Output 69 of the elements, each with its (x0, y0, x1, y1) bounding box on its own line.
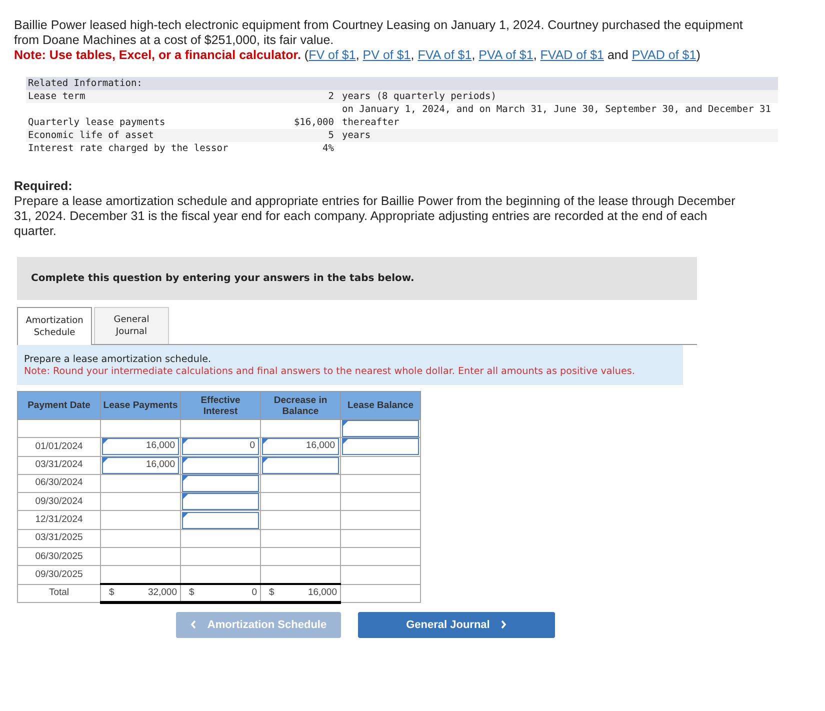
column-header: Lease Balance (340, 392, 420, 420)
related-info-title: Related Information: (26, 77, 778, 90)
table-link[interactable]: FV of $1 (308, 48, 356, 62)
currency-sign: $ (269, 586, 274, 600)
input-field[interactable] (182, 475, 259, 492)
info-label: Quarterly lease payments (27, 116, 166, 129)
info-label: Lease term (27, 90, 86, 103)
tab[interactable]: General Journal (94, 307, 169, 344)
table-link[interactable]: FVA of $1 (418, 48, 472, 62)
info-value: 5 (327, 129, 334, 142)
total-value: 16,000 (308, 586, 337, 600)
column-header: Effective Interest (180, 392, 260, 420)
tab[interactable]: Amortization Schedule (17, 307, 92, 345)
joiner-text: and (607, 48, 628, 62)
intro-text: Baillie Power leased high-tech electronic equipment from Courtney Leasing on January 1, 2024. Courtney purchased the equipment from Doane Machines at a cost of $251,000, its fair value. (14, 18, 744, 48)
input-field[interactable] (182, 456, 259, 474)
input-field[interactable] (182, 512, 259, 529)
comma: , (356, 48, 360, 62)
date-cell: 12/31/2024 (18, 510, 100, 530)
info-label: Interest rate charged by the lessor (27, 142, 230, 155)
date-cell: 01/01/2024 (18, 438, 100, 456)
column-header: Lease Payments (100, 392, 180, 420)
comma: , (472, 48, 476, 62)
info-unit: on January 1, 2024, and on March 31, June 30, September 30, and December 31 (342, 103, 771, 116)
currency-sign: $ (189, 586, 194, 600)
table-link[interactable]: FVAD of $1 (540, 48, 604, 62)
chevron-icon (500, 620, 507, 630)
required-text: Prepare a lease amortization schedule and appropriate entries for Baillie Power from the beginning of the lease through December 31, 2024. December 31 is the fiscal year end for each company. Appropriate adjusting entries are recorded at the end of each quarter. (14, 194, 736, 239)
input-field[interactable] (182, 493, 259, 510)
comma: , (533, 48, 537, 62)
input-field[interactable]: 16,000 (262, 438, 339, 456)
date-cell: 06/30/2024 (18, 474, 100, 493)
panel-note: Note: Round your intermediate calculations and final answers to the nearest whole dollar. Enter all amounts as positive values. (24, 366, 636, 378)
info-unit: years (342, 129, 371, 142)
date-cell: 06/30/2025 (18, 548, 100, 566)
chevron-icon (190, 620, 198, 630)
date-cell: 09/30/2025 (18, 566, 100, 584)
required-heading: Required: (14, 179, 74, 194)
total-value: 0 (252, 586, 257, 600)
info-value: 4% (322, 142, 334, 155)
info-label: Economic life of asset (27, 129, 155, 142)
input-field[interactable] (342, 438, 419, 456)
date-cell: 03/31/2025 (18, 529, 100, 548)
note-text: Note: Use tables, Excel, or a financial calculator. (14, 48, 301, 62)
paren-close: ) (696, 48, 700, 62)
panel-text: Prepare a lease amortization schedule. (24, 354, 212, 366)
column-header: Decrease in Balance (260, 392, 340, 420)
input-field[interactable] (342, 420, 419, 438)
info-unit: thereafter (342, 116, 400, 129)
instruction-text: Complete this question by entering your answers in the tabs below. (17, 257, 697, 300)
next-button[interactable]: General Journal (358, 612, 555, 638)
table-link[interactable]: PVA of $1 (478, 48, 534, 62)
date-cell: Total (18, 584, 100, 602)
comma: , (410, 48, 414, 62)
info-value: $16,000 (292, 116, 334, 129)
date-cell: 03/31/2024 (18, 456, 100, 474)
input-field[interactable] (262, 456, 339, 474)
info-value: 2 (327, 90, 334, 103)
table-link[interactable]: PVAD of $1 (632, 48, 696, 62)
currency-sign: $ (109, 586, 114, 600)
input-field[interactable]: 16,000 (102, 438, 179, 456)
info-unit: years (8 quarterly periods) (342, 90, 496, 103)
column-header: Payment Date (18, 392, 100, 420)
total-value: 32,000 (148, 586, 177, 600)
date-cell: 09/30/2024 (18, 492, 100, 511)
input-field[interactable]: 0 (182, 438, 259, 456)
input-field[interactable]: 16,000 (102, 456, 179, 474)
table-link[interactable]: PV of $1 (362, 48, 411, 62)
paren-open: ( (304, 48, 309, 62)
